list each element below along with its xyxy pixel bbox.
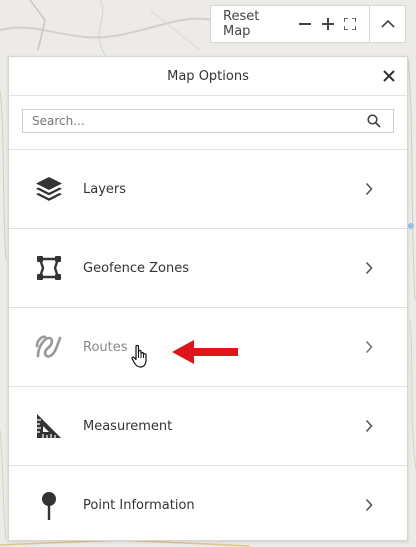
close-icon (383, 70, 395, 82)
chevron-right-icon (365, 340, 373, 354)
map-toolbar: Reset Map (210, 5, 406, 43)
chevron-right-icon (365, 419, 373, 433)
menu-item-label: Layers (83, 181, 127, 197)
geofence-icon (34, 253, 64, 283)
panel-header: Map Options (9, 57, 407, 96)
panel-title: Map Options (167, 68, 249, 84)
menu-item-label: Measurement (83, 418, 173, 434)
menu-item-geofence-zones[interactable]: Geofence Zones (9, 229, 407, 308)
map-options-panel: Map Options Layers (8, 56, 408, 541)
expand-icon (343, 18, 356, 30)
menu-item-point-information[interactable]: Point Information (9, 466, 407, 545)
ruler-triangle-icon (34, 411, 64, 441)
menu-item-routes[interactable]: Routes (9, 308, 407, 387)
route-icon (34, 332, 64, 362)
search-box (22, 109, 394, 133)
collapse-button[interactable] (370, 6, 405, 42)
menu-item-label: Geofence Zones (83, 260, 189, 276)
minus-icon (299, 23, 312, 25)
search-button[interactable] (363, 111, 385, 131)
menu-item-measurement[interactable]: Measurement (9, 387, 407, 466)
zoom-in-button[interactable] (321, 14, 334, 34)
chevron-right-icon (365, 182, 373, 196)
search-section (9, 96, 407, 150)
close-button[interactable] (381, 68, 397, 84)
plus-icon (321, 18, 334, 30)
chevron-right-icon (365, 261, 373, 275)
search-input[interactable] (23, 111, 363, 131)
menu-item-label: Point Information (83, 498, 195, 513)
search-icon (367, 114, 381, 128)
chevron-right-icon (365, 498, 373, 512)
zoom-out-button[interactable] (299, 14, 312, 34)
reset-map-button[interactable]: Reset Map (223, 9, 287, 39)
menu-item-label: Routes (83, 339, 128, 355)
chevron-up-icon (381, 19, 395, 28)
map-pin-icon (34, 491, 64, 521)
fullscreen-button[interactable] (343, 14, 356, 34)
layers-icon (34, 174, 64, 204)
menu-item-layers[interactable]: Layers (9, 150, 407, 229)
